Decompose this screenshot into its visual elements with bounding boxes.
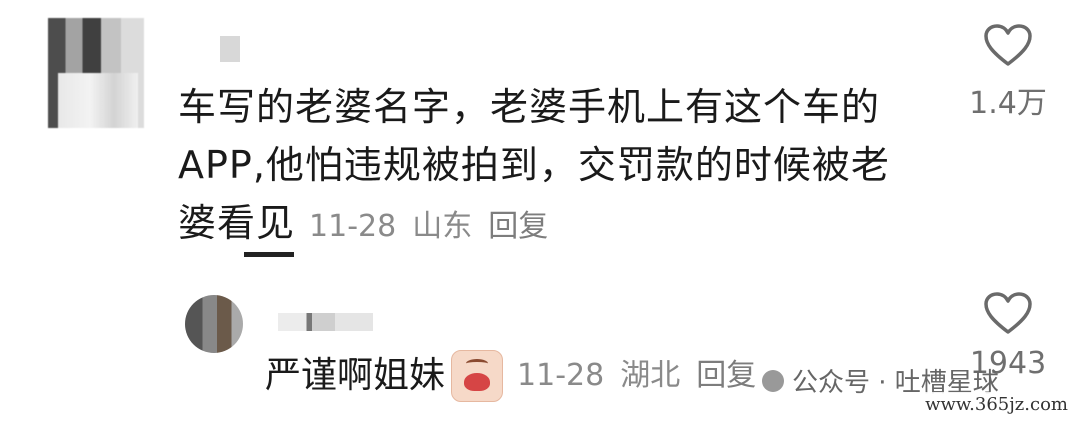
comment-location: 山东 <box>412 209 473 244</box>
underline-mark <box>244 252 294 257</box>
crying-face-sticker-icon <box>451 350 504 402</box>
comment-meta: 11-28 山东 回复 <box>309 209 564 244</box>
comment-reply-button[interactable]: 回复 <box>488 209 548 244</box>
reply-text: 严谨啊姐妹 <box>265 355 446 396</box>
reply-reply-button[interactable]: 回复 <box>696 358 756 393</box>
reply-date: 11-28 <box>517 358 605 393</box>
reply-location: 湖北 <box>620 358 681 393</box>
commenter-name-redacted[interactable] <box>220 36 240 62</box>
comment-like-button[interactable]: 1.4万 <box>958 22 1058 122</box>
comment-like-count: 1.4万 <box>969 86 1047 121</box>
replier-name-redacted[interactable] <box>278 313 373 331</box>
reply-body: 严谨啊姐妹 11-28 湖北 回复 <box>265 350 772 402</box>
site-url: www.365jz.com <box>919 392 1074 417</box>
comment-body: 车写的老婆名字，老婆手机上有这个车的APP,他怕违规被拍到，交罚款的时候被老婆看… <box>178 78 898 256</box>
heart-icon <box>984 24 1032 66</box>
heart-icon <box>984 292 1032 334</box>
commenter-avatar[interactable] <box>48 18 144 128</box>
replier-avatar[interactable] <box>185 295 243 353</box>
comment-date: 11-28 <box>309 209 397 244</box>
reply-meta: 11-28 湖北 回复 <box>517 350 772 402</box>
wechat-icon <box>762 369 784 392</box>
